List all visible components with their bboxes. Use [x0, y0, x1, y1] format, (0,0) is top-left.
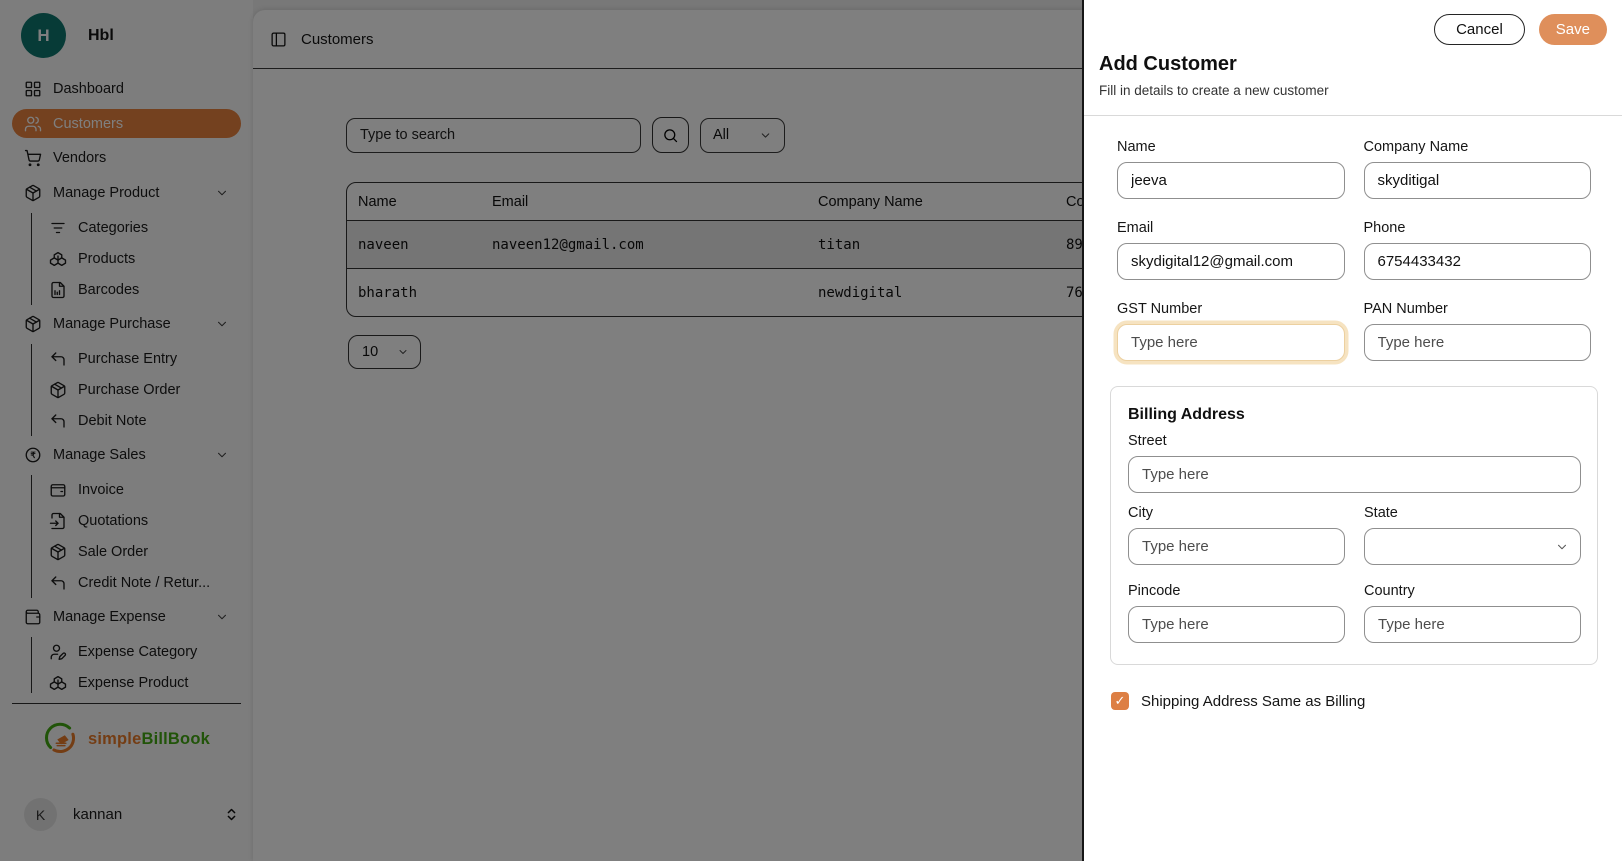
state-select-value[interactable] [1364, 528, 1581, 565]
save-button[interactable]: Save [1539, 14, 1607, 45]
cancel-button[interactable]: Cancel [1434, 14, 1525, 45]
state-label: State [1364, 505, 1581, 521]
drawer-actions: Cancel Save [1084, 0, 1622, 45]
email-field-group: Email [1117, 220, 1345, 280]
chevron-down-icon [1555, 540, 1569, 554]
customer-form: Name Company Name Email Phone GST Number… [1084, 116, 1622, 361]
country-label: Country [1364, 583, 1581, 599]
shipping-same-checkbox[interactable]: ✓ [1111, 692, 1129, 710]
street-input[interactable] [1128, 456, 1581, 493]
phone-input[interactable] [1364, 243, 1592, 280]
gst-label: GST Number [1117, 301, 1345, 317]
name-input[interactable] [1117, 162, 1345, 199]
gst-field-group: GST Number [1117, 301, 1345, 361]
pan-field-group: PAN Number [1364, 301, 1592, 361]
drawer-header: Add Customer Fill in details to create a… [1084, 45, 1622, 116]
country-field-group: Country [1364, 583, 1581, 643]
pincode-label: Pincode [1128, 583, 1345, 599]
shipping-same-row: ✓ Shipping Address Same as Billing [1111, 692, 1622, 710]
drawer-subtitle: Fill in details to create a new customer [1099, 83, 1606, 98]
pincode-input[interactable] [1128, 606, 1345, 643]
state-field-group: State [1364, 505, 1581, 565]
shipping-same-label: Shipping Address Same as Billing [1141, 693, 1365, 710]
name-field-group: Name [1117, 139, 1345, 199]
state-select[interactable] [1364, 528, 1581, 565]
name-label: Name [1117, 139, 1345, 155]
street-label: Street [1128, 433, 1581, 449]
billing-grid: City State Pincode Country [1128, 505, 1581, 643]
company-label: Company Name [1364, 139, 1592, 155]
pincode-field-group: Pincode [1128, 583, 1345, 643]
city-input[interactable] [1128, 528, 1345, 565]
city-label: City [1128, 505, 1345, 521]
pan-input[interactable] [1364, 324, 1592, 361]
gst-input[interactable] [1117, 324, 1345, 361]
pan-label: PAN Number [1364, 301, 1592, 317]
email-label: Email [1117, 220, 1345, 236]
phone-label: Phone [1364, 220, 1592, 236]
billing-address-card: Billing Address Street City State [1110, 386, 1598, 665]
city-field-group: City [1128, 505, 1345, 565]
country-input[interactable] [1364, 606, 1581, 643]
company-input[interactable] [1364, 162, 1592, 199]
billing-address-title: Billing Address [1128, 406, 1581, 424]
email-input[interactable] [1117, 243, 1345, 280]
drawer-body: Name Company Name Email Phone GST Number… [1084, 116, 1622, 861]
street-field-group: Street [1128, 433, 1581, 493]
drawer-title: Add Customer [1099, 53, 1606, 76]
phone-field-group: Phone [1364, 220, 1592, 280]
company-field-group: Company Name [1364, 139, 1592, 199]
add-customer-drawer: Cancel Save Add Customer Fill in details… [1082, 0, 1622, 861]
